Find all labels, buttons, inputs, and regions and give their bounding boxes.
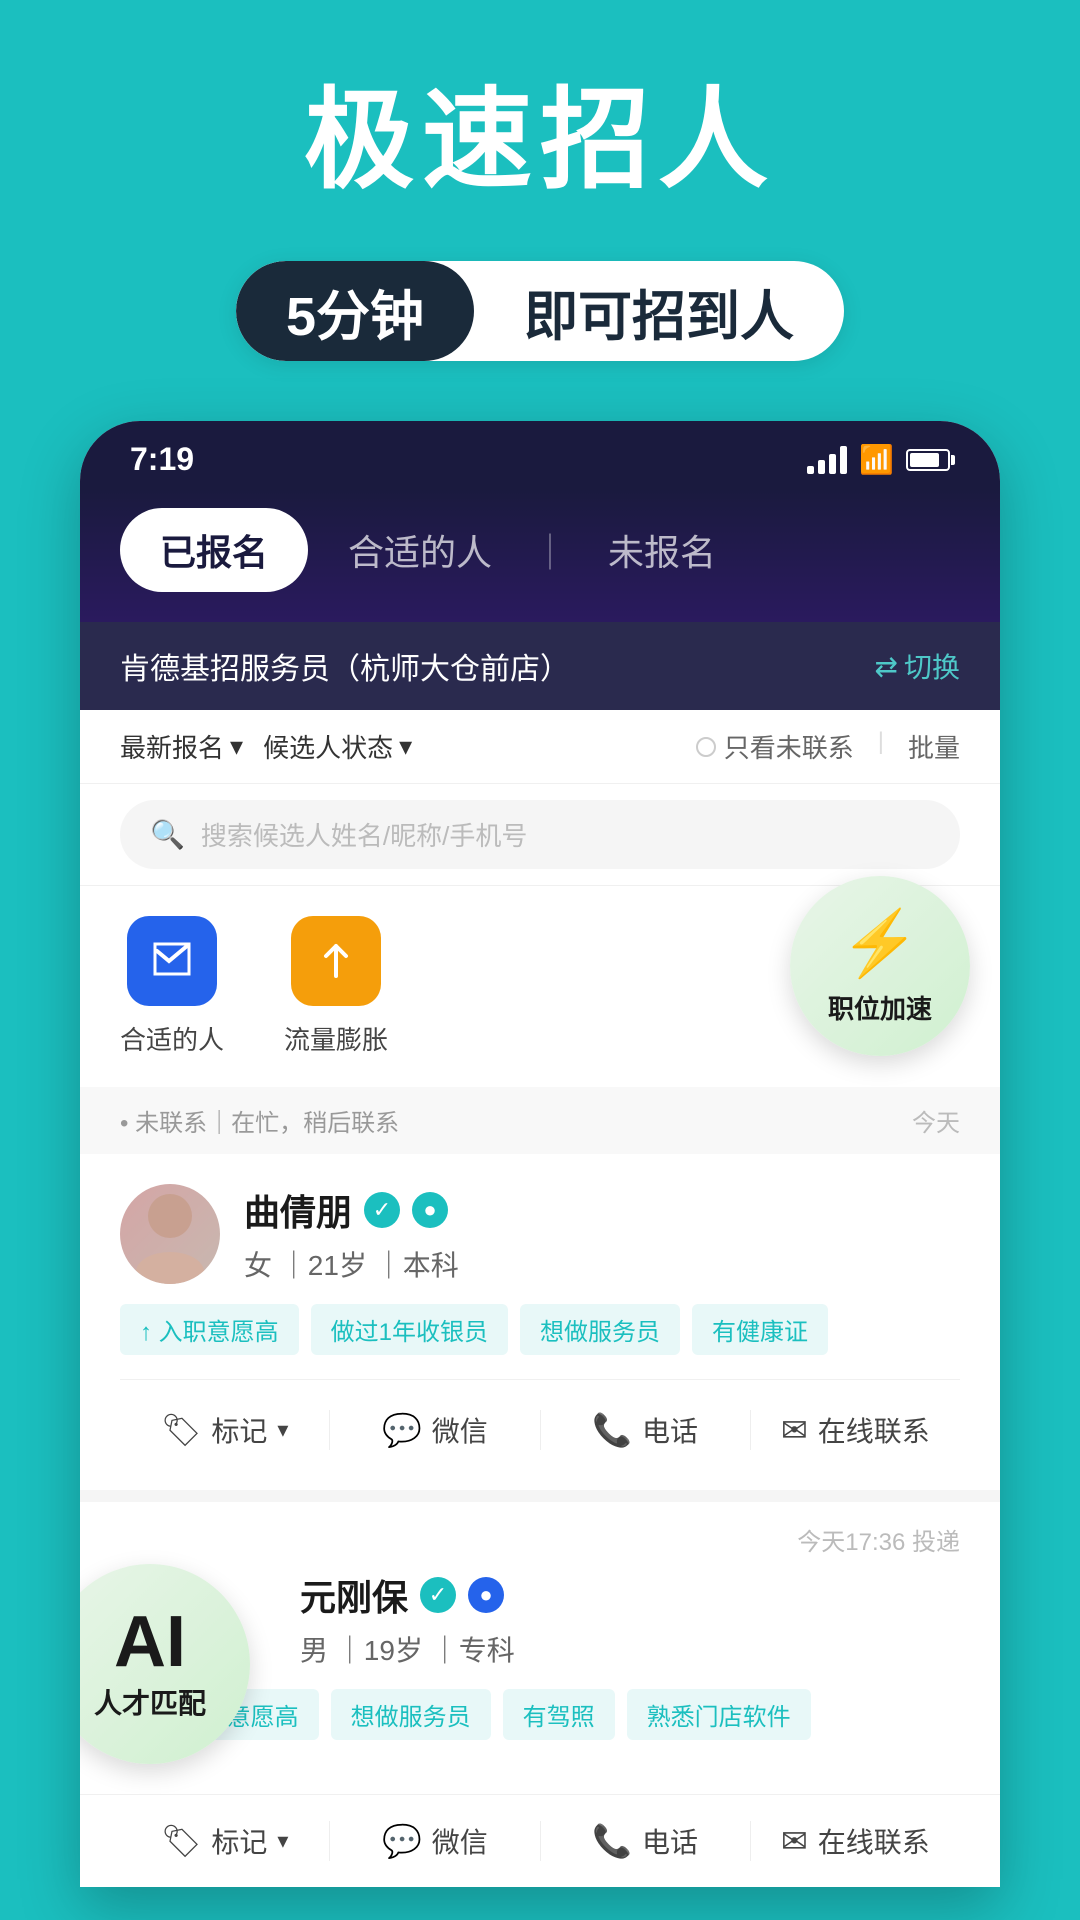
mic-label: Mic - — [198, 1514, 271, 1551]
tag-1-1: 做过1年收银员 — [311, 1304, 508, 1355]
tag-1-3: 有健康证 — [692, 1304, 828, 1355]
chevron-down-icon: ▾ — [230, 731, 243, 762]
tag-2-1: 想做服务员 — [331, 1689, 491, 1740]
suitable-icon — [127, 916, 217, 1006]
active-icon-1: ● — [412, 1192, 448, 1228]
tab-divider: ｜ — [532, 524, 568, 576]
candidate-info-1: 曲倩朋 ✓ ● 女 ｜21岁 ｜本科 — [244, 1184, 960, 1284]
speed-label: 职位加速 — [828, 989, 932, 1026]
quick-actions: 合适的人 流量膨胀 ⚡ 职位加速 — [80, 886, 1000, 1087]
search-input[interactable]: 🔍 搜索候选人姓名/昵称/手机号 — [120, 800, 960, 869]
verified-icon-1: ✓ — [364, 1192, 400, 1228]
wifi-icon: 📶 — [859, 443, 894, 476]
wechat-button-2[interactable]: 💬 微信 — [330, 1811, 539, 1871]
ai-label: 人才匹配 — [94, 1682, 206, 1722]
mark-button-1[interactable]: 🏷 标记 ▾ — [120, 1400, 329, 1460]
status-icons: 📶 — [807, 443, 950, 476]
tab-registered[interactable]: 已报名 — [120, 508, 308, 592]
search-bar: 🔍 搜索候选人姓名/昵称/手机号 — [80, 784, 1000, 886]
status-filter-button[interactable]: 候选人状态 ▾ — [263, 728, 412, 765]
suitable-label: 合适的人 — [120, 1020, 224, 1057]
hero-title: 极速招人 — [0, 80, 1080, 201]
switch-job-button[interactable]: ⇄ 切换 — [875, 646, 960, 686]
hero-section: 极速招人 5分钟 即可招到人 — [0, 0, 1080, 421]
candidate-card-1: 曲倩朋 ✓ ● 女 ｜21岁 ｜本科 ↑ 入职意愿高 做过1年收银员 想做服务员… — [80, 1154, 1000, 1502]
candidate-name-row-1: 曲倩朋 ✓ ● — [244, 1184, 960, 1236]
uncontacted-filter-button[interactable]: 只看未联系 — [696, 728, 854, 765]
avatar-1 — [120, 1184, 220, 1284]
filter-row: 最新报名 ▾ 候选人状态 ▾ 只看未联系 | 批量 — [80, 710, 1000, 784]
candidate-meta-1: 女 ｜21岁 ｜本科 — [244, 1244, 960, 1284]
verified-icon-2: ✓ — [420, 1577, 456, 1613]
signal-icon — [807, 446, 847, 474]
candidate-header-1: 曲倩朋 ✓ ● 女 ｜21岁 ｜本科 — [120, 1184, 960, 1284]
chevron-down-icon: ▾ — [277, 1417, 288, 1443]
candidate-tags-2: ↑ 入职意愿高 想做服务员 有驾照 熟悉门店软件 — [120, 1689, 960, 1740]
tag-2-2: 有驾照 — [503, 1689, 615, 1740]
candidate-name-2: 元刚保 — [300, 1569, 408, 1621]
tag-2-3: 熟悉门店软件 — [627, 1689, 811, 1740]
bottom-action-bar-2: 🏷 标记 ▾ 💬 微信 📞 电话 ✉ 在线联系 — [80, 1794, 1000, 1887]
candidate-actions-1: 🏷 标记 ▾ 💬 微信 📞 电话 ✉ 在线联系 — [120, 1379, 960, 1460]
search-icon: 🔍 — [150, 818, 185, 851]
sort-filter-button[interactable]: 最新报名 ▾ — [120, 728, 243, 765]
action-traffic[interactable]: 流量膨胀 — [284, 916, 388, 1057]
phone-button-1[interactable]: 📞 电话 — [541, 1400, 750, 1460]
hero-badge: 5分钟 即可招到人 — [236, 261, 844, 361]
job-title: 肯德基招服务员（杭师大仓前店） — [120, 644, 570, 688]
phone-header: 已报名 合适的人 ｜ 未报名 — [80, 488, 1000, 622]
online-contact-button-2[interactable]: ✉ 在线联系 — [751, 1811, 960, 1871]
tab-unregistered[interactable]: 未报名 — [568, 508, 756, 592]
phone-mockup: 7:19 📶 已报名 合适的人 — [80, 421, 1000, 1887]
online-contact-button-1[interactable]: ✉ 在线联系 — [751, 1400, 960, 1460]
speed-boost-button[interactable]: ⚡ 职位加速 — [790, 876, 970, 1056]
ai-icon: AI — [114, 1606, 186, 1678]
hero-badge-text: 即可招到人 — [474, 272, 844, 351]
filter-right: 只看未联系 | 批量 — [696, 728, 960, 765]
tab-suitable[interactable]: 合适的人 — [308, 508, 532, 592]
section-label: • 未联系｜在忙，稍后联系 今天 — [80, 1087, 1000, 1154]
status-bar: 7:19 📶 — [80, 421, 1000, 488]
battery-icon — [906, 449, 950, 471]
tag-1-2: 想做服务员 — [520, 1304, 680, 1355]
candidate-tags-1: ↑ 入职意愿高 做过1年收银员 想做服务员 有健康证 — [120, 1304, 960, 1355]
candidate-meta-2: 男 ｜19岁 ｜专科 — [300, 1629, 960, 1669]
candidate-name-1: 曲倩朋 — [244, 1184, 352, 1236]
candidate-info-2: 元刚保 ✓ ● 男 ｜19岁 ｜专科 — [300, 1569, 960, 1669]
batch-button[interactable]: 批量 — [908, 728, 960, 765]
hero-badge-minutes: 5分钟 — [236, 261, 474, 361]
tabs-row: 已报名 合适的人 ｜ 未报名 — [120, 508, 960, 592]
chevron-down-icon: ▾ — [399, 731, 412, 762]
action-suitable[interactable]: 合适的人 — [120, 916, 224, 1057]
wechat-button-1[interactable]: 💬 微信 — [330, 1400, 539, 1460]
mark-button-2[interactable]: 🏷 标记 ▾ — [120, 1811, 329, 1871]
phone-container: 7:19 📶 已报名 合适的人 — [0, 421, 1080, 1887]
traffic-label: 流量膨胀 — [284, 1020, 388, 1057]
bolt-icon: ⚡ — [840, 906, 920, 981]
tag-1-0: ↑ 入职意愿高 — [120, 1304, 299, 1355]
job-bar: 肯德基招服务员（杭师大仓前店） ⇄ 切换 — [80, 622, 1000, 710]
chevron-down-icon: ▾ — [277, 1828, 288, 1854]
phone-button-2[interactable]: 📞 电话 — [541, 1811, 750, 1871]
search-placeholder: 搜索候选人姓名/昵称/手机号 — [201, 816, 527, 853]
status-time: 7:19 — [130, 441, 194, 478]
candidate-name-row-2: 元刚保 ✓ ● — [300, 1569, 960, 1621]
traffic-icon — [291, 916, 381, 1006]
active-icon-2: ● — [468, 1577, 504, 1613]
